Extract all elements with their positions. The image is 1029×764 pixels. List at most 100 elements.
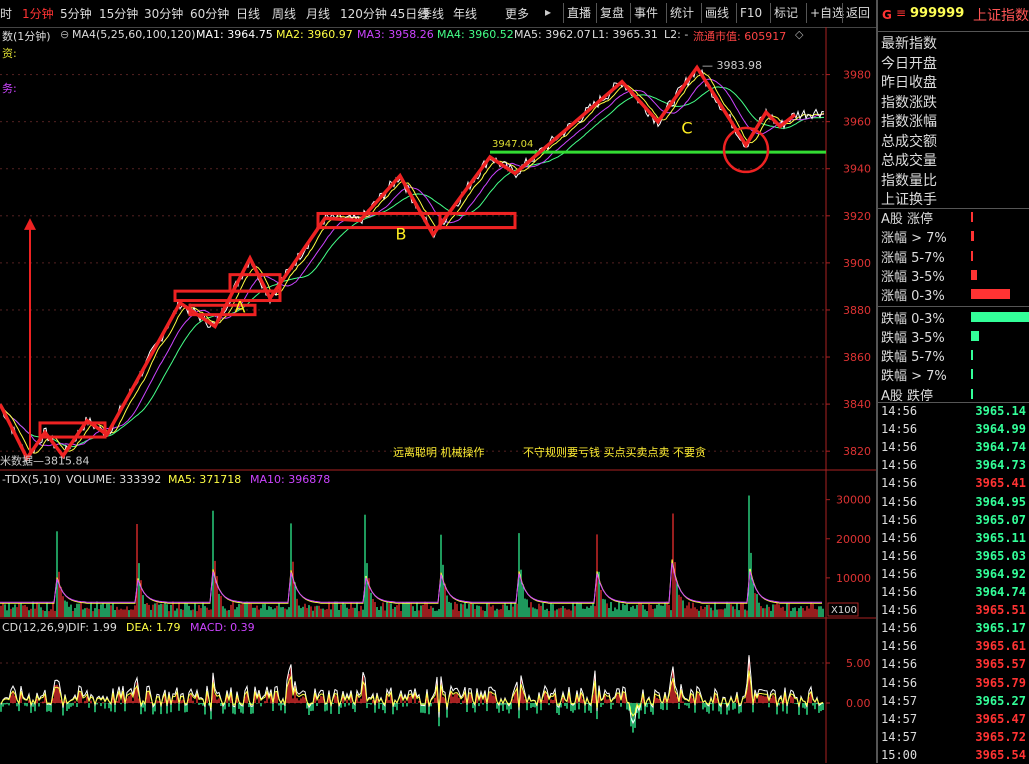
price-tick-label: 3940 (843, 163, 871, 176)
volume-tick-label: 30000 (836, 494, 871, 507)
macd-dif-line (0, 655, 824, 725)
trade-time: 14:56 (881, 530, 918, 545)
trade-row: 14:56 3965.03 (878, 547, 1029, 565)
trade-time: 14:57 (881, 693, 918, 708)
trade-time: 14:56 (881, 585, 918, 599)
distribution-bar-2 (971, 250, 974, 261)
macd-tick-label: 0.00 (846, 697, 871, 710)
trade-time: 14:56 (881, 440, 918, 455)
trade-time: 14:56 (881, 458, 918, 473)
distribution-label-5: 跌幅 0-3% (881, 311, 945, 327)
ma-line-yellow (0, 72, 825, 454)
distribution-label-6: 跌幅 3-5% (881, 330, 945, 346)
axis-labels: 3980 3960 3940 3920 3900 3880 3860 3840 3820 3000… (826, 69, 871, 710)
distribution-label-7: 跌幅 5-7% (881, 350, 945, 366)
distribution-bar-9 (971, 388, 973, 399)
trade-time: 14:56 (881, 639, 918, 654)
volume-bars (0, 495, 824, 617)
symbol-name: 上证指数 (973, 8, 1029, 24)
distribution-bar-1 (971, 231, 974, 242)
volume-tick-label: 20000 (836, 533, 871, 546)
trade-row: 15:00 3965.54 (878, 746, 1029, 764)
trade-time: 14:56 (881, 548, 918, 563)
trade-row: 14:56 3964.95 (878, 493, 1029, 511)
quote-field-7: 指数量比 (881, 172, 937, 189)
trade-time: 14:56 (881, 512, 918, 527)
trade-row: 14:56 3964.74 (878, 438, 1029, 456)
price-tick-label: 3820 (843, 445, 871, 458)
trade-price: 3964.92 (975, 566, 1026, 581)
distribution-bar-7 (971, 350, 973, 361)
ma-line-purple (0, 78, 825, 447)
trade-row: 14:56 3965.61 (878, 637, 1029, 655)
distribution-label-0: A股 涨停 (881, 212, 934, 227)
note-1: 远离聪明 机械操作 (393, 445, 485, 459)
volume-value: VOLUME: 333392 (66, 473, 162, 486)
distribution-bar-8 (971, 369, 973, 380)
trade-price: 3965.03 (975, 548, 1026, 563)
stock-chart[interactable]: 3947.04 A B C — 3983.98 米数据—3815.84 远离聪明 机械操作 不… (0, 0, 876, 763)
macd-histogram (0, 655, 824, 733)
trade-row: 14:57 3965.47 (878, 710, 1029, 728)
group-badge[interactable]: G (882, 8, 892, 22)
distribution-bar-0 (971, 212, 973, 222)
volume-indicator-name: -TDX(5,10) (2, 473, 61, 486)
macd-dif: DIF: 1.99 (68, 621, 117, 634)
trade-price: 3965.47 (975, 711, 1026, 726)
trade-price: 3964.99 (975, 422, 1026, 437)
distribution-bar-6 (971, 330, 979, 341)
quote-field-6: 总成交量 (881, 153, 937, 169)
macd-indicator-name: CD(12,26,9) (2, 621, 69, 634)
quote-field-8: 上证换手 (881, 192, 937, 208)
distribution-bar-5 (971, 311, 1029, 322)
trade-price: 3965.17 (975, 621, 1026, 636)
trade-time: 15:00 (881, 747, 918, 762)
trade-price: 3965.51 (975, 603, 1026, 618)
annotation-letter-C: C (681, 118, 692, 137)
trade-row: 14:56 3965.51 (878, 601, 1029, 619)
volume-tick-label: 10000 (836, 572, 871, 585)
volume-ma5: MA5: 371718 (168, 473, 242, 486)
trade-time: 14:56 (881, 621, 918, 636)
trade-time: 14:56 (881, 657, 918, 672)
trade-price: 3965.11 (975, 530, 1026, 545)
trade-row: 14:56 3965.11 (878, 529, 1029, 547)
trade-price: 3965.41 (975, 476, 1026, 491)
macd-value: MACD: 0.39 (190, 621, 255, 634)
trade-row: 14:56 3964.99 (878, 420, 1029, 438)
trade-price: 3965.27 (975, 693, 1026, 708)
trade-row: 14:57 3965.72 (878, 728, 1029, 746)
menu-icon[interactable]: ≡ (896, 6, 906, 20)
low-label: 米数据—3815.84 (0, 454, 90, 468)
volume-ma5-line (0, 559, 822, 604)
distribution-label-3: 涨幅 3-5% (881, 269, 945, 285)
quote-field-4: 指数涨幅 (881, 114, 937, 130)
trade-price: 3964.74 (975, 585, 1026, 599)
quote-field-3: 指数涨跌 (881, 94, 937, 111)
quote-panel: 最新指数 今日开盘 昨日收盘 指数涨跌 指数涨幅 总成交额 总成交量 指数量比 上证换手 A股 涨… (876, 32, 1029, 763)
volume-unit: X100 (831, 605, 857, 616)
distribution-bar-3 (971, 269, 977, 280)
distribution-bar-4 (971, 289, 1010, 300)
price-tick-label: 3880 (843, 304, 871, 317)
trade-price: 3965.14 (975, 404, 1026, 418)
quote-field-1: 今日开盘 (881, 55, 937, 72)
trade-time: 14:56 (881, 476, 918, 491)
price-tick-label: 3980 (843, 69, 871, 82)
trade-row: 14:57 3965.27 (878, 692, 1029, 710)
trade-price: 3964.73 (975, 458, 1026, 473)
trade-row: 14:56 3965.57 (878, 655, 1029, 673)
price-tick-label: 3960 (843, 116, 871, 129)
trade-price: 3965.07 (975, 512, 1026, 527)
quote-field-2: 昨日收盘 (881, 75, 937, 91)
trade-row: 14:56 3964.74 (878, 583, 1029, 601)
trade-time: 14:56 (881, 566, 918, 581)
trade-time: 14:57 (881, 711, 918, 726)
annotation-letter-A: A (235, 297, 246, 316)
price-tick-label: 3900 (843, 257, 871, 270)
trade-row: 14:56 3965.79 (878, 674, 1029, 692)
macd-tick-label: 5.00 (846, 657, 871, 670)
support-value-label: 3947.04 (492, 139, 533, 150)
trade-time: 14:57 (881, 729, 918, 744)
trade-time: 14:56 (881, 675, 918, 690)
